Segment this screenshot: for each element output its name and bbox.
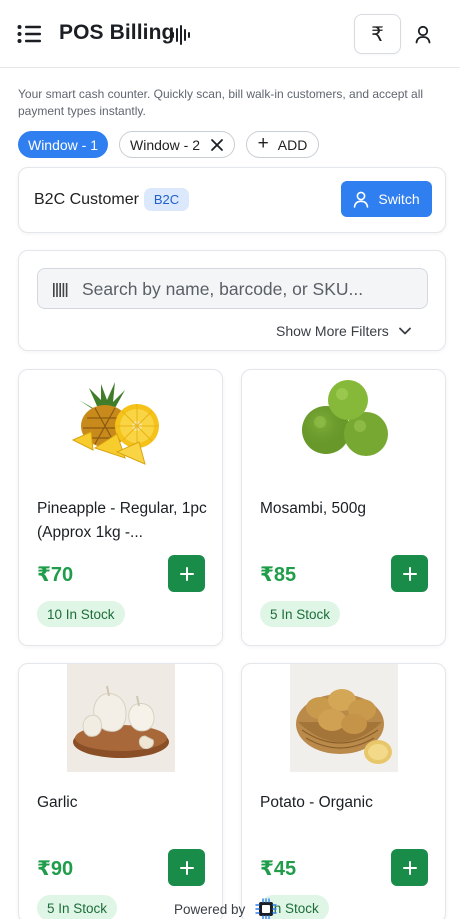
tab-window-2[interactable]: Window - 2 bbox=[119, 131, 235, 158]
garlic-image bbox=[67, 664, 175, 772]
user-icon[interactable] bbox=[410, 22, 436, 48]
plus-icon: + bbox=[257, 133, 269, 154]
add-to-cart-button[interactable] bbox=[168, 849, 205, 886]
stock-badge: 10 In Stock bbox=[37, 601, 125, 627]
page-title: POS Billing bbox=[59, 21, 175, 44]
product-card[interactable]: Potato - Organic ₹45 In Stock bbox=[241, 663, 446, 919]
product-name: Potato - Organic bbox=[260, 794, 373, 811]
add-window-label: ADD bbox=[277, 136, 308, 153]
tagline-text: Your smart cash counter. Quickly scan, b… bbox=[18, 87, 424, 118]
app-header: POS Billing ₹ bbox=[0, 0, 460, 68]
product-name: Garlic bbox=[37, 794, 78, 811]
close-icon[interactable] bbox=[210, 138, 224, 152]
product-card[interactable]: Mosambi, 500g ₹85 5 In Stock bbox=[241, 369, 446, 646]
product-price: ₹70 bbox=[37, 564, 74, 586]
plus-icon bbox=[179, 566, 194, 581]
show-more-filters-button[interactable]: Show More Filters bbox=[276, 323, 411, 339]
search-box[interactable] bbox=[37, 268, 428, 309]
ai-chip-logo-icon bbox=[255, 898, 277, 919]
mosambi-image bbox=[302, 380, 388, 456]
powered-by-label: Powered by bbox=[174, 901, 246, 917]
filters-label: Show More Filters bbox=[276, 323, 389, 339]
barcode-icon[interactable] bbox=[53, 283, 69, 297]
product-price: ₹90 bbox=[37, 858, 74, 880]
product-price: ₹85 bbox=[260, 564, 297, 586]
add-to-cart-button[interactable] bbox=[168, 555, 205, 592]
plus-icon bbox=[402, 566, 417, 581]
tab-window-1[interactable]: Window - 1 bbox=[18, 131, 108, 158]
switch-customer-button[interactable]: Switch bbox=[341, 181, 432, 217]
stock-badge: 5 In Stock bbox=[260, 601, 341, 627]
plus-icon bbox=[402, 860, 417, 875]
audio-wave-icon bbox=[172, 25, 190, 45]
add-to-cart-button[interactable] bbox=[391, 555, 428, 592]
plus-icon bbox=[179, 860, 194, 875]
search-card: Show More Filters bbox=[18, 250, 446, 351]
customer-card: B2C Customer B2C Switch bbox=[18, 167, 446, 233]
tab-window-2-label: Window - 2 bbox=[130, 137, 201, 153]
product-card[interactable]: Garlic ₹90 5 In Stock bbox=[18, 663, 223, 919]
product-name: Pineapple - Regular, 1pc (Approx 1kg -..… bbox=[37, 500, 207, 541]
product-name: Mosambi, 500g bbox=[260, 500, 366, 517]
powered-by-footer: Powered by bbox=[174, 898, 279, 919]
search-input[interactable] bbox=[82, 275, 418, 303]
pineapple-image bbox=[71, 382, 159, 465]
customer-type-badge: B2C bbox=[144, 188, 189, 211]
user-icon bbox=[354, 191, 369, 208]
potato-image bbox=[290, 664, 398, 772]
customer-name: B2C Customer bbox=[34, 191, 139, 208]
add-to-cart-button[interactable] bbox=[391, 849, 428, 886]
product-price: ₹45 bbox=[260, 858, 297, 880]
switch-button-label: Switch bbox=[378, 191, 420, 207]
stock-badge: 5 In Stock bbox=[37, 895, 118, 919]
currency-button[interactable]: ₹ bbox=[354, 14, 401, 54]
chevron-down-icon bbox=[398, 327, 411, 335]
add-window-button[interactable]: + ADD bbox=[246, 131, 319, 158]
product-card[interactable]: Pineapple - Regular, 1pc (Approx 1kg -..… bbox=[18, 369, 223, 646]
rupee-icon: ₹ bbox=[371, 23, 384, 46]
menu-icon[interactable] bbox=[17, 24, 41, 44]
